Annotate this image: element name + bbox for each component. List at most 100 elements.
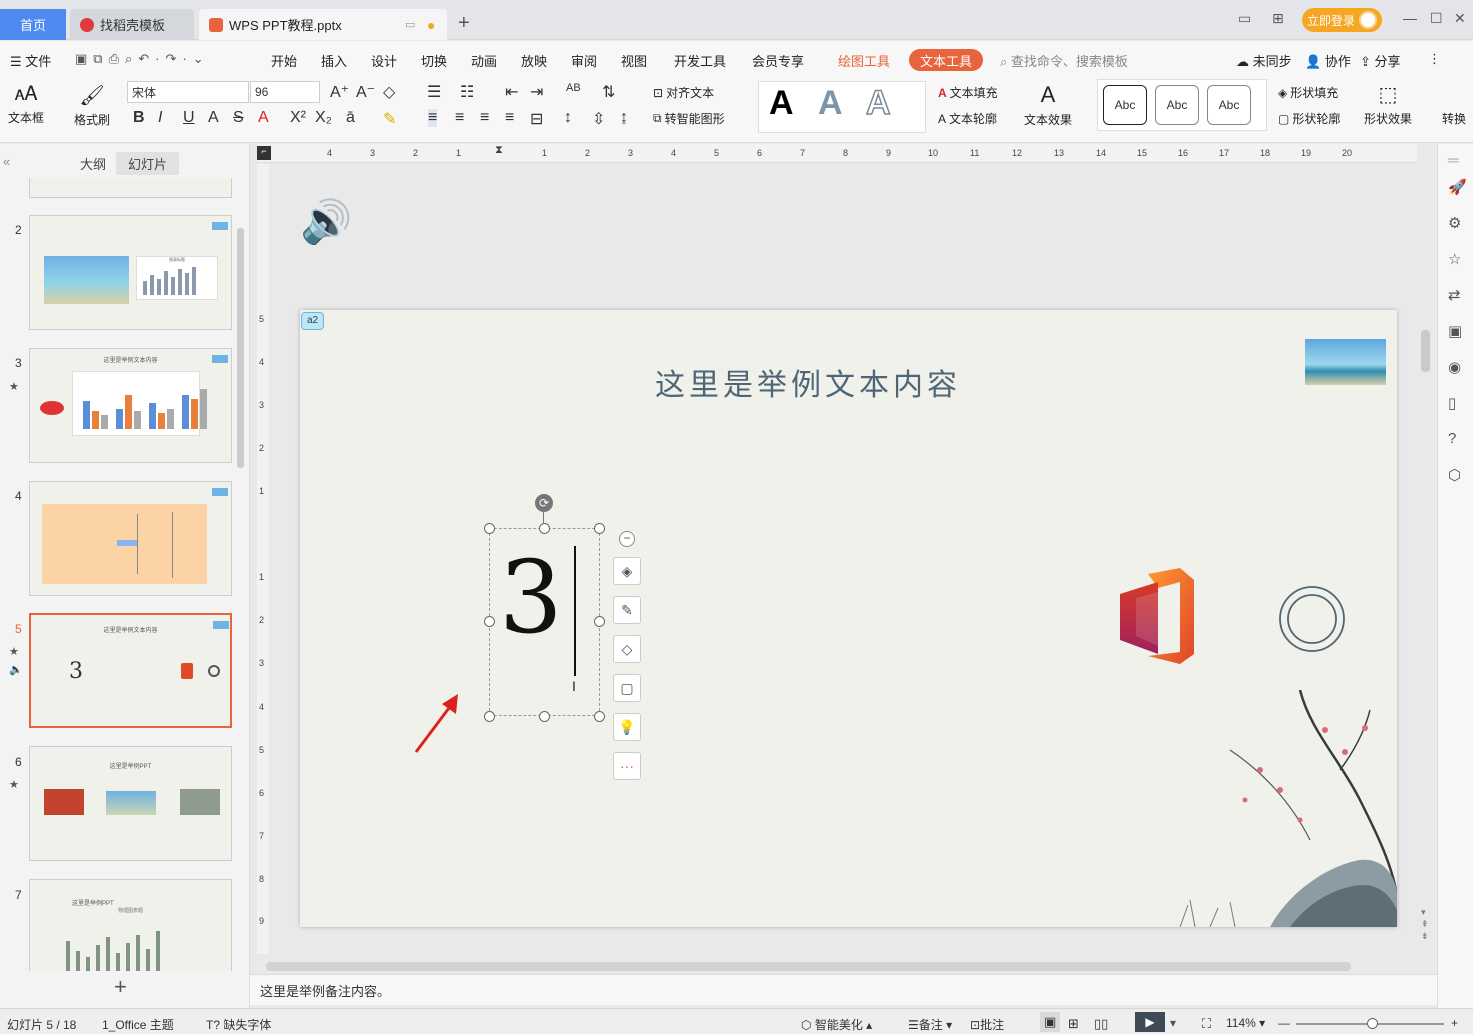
shape-fill-button[interactable]: ◈ 形状填充 bbox=[1278, 84, 1338, 101]
zoom-in-icon[interactable]: + bbox=[1451, 1016, 1458, 1030]
menu-design[interactable]: 设计 bbox=[371, 51, 397, 70]
more-tools-icon[interactable]: ··· bbox=[613, 752, 641, 780]
resize-handle-br[interactable] bbox=[594, 711, 605, 722]
resize-handle-t[interactable] bbox=[539, 523, 550, 534]
collapse-toolbar-icon[interactable]: − bbox=[619, 531, 635, 547]
sliders-icon[interactable]: ⚙ bbox=[1448, 214, 1461, 232]
font-color-icon[interactable]: A bbox=[258, 109, 269, 127]
cube-icon[interactable]: ⬡ bbox=[1448, 466, 1461, 484]
collapse-panel-icon[interactable]: « bbox=[3, 154, 10, 169]
rotate-handle-icon[interactable]: ⟳ bbox=[535, 494, 553, 512]
image-tool-icon[interactable]: ▣ bbox=[1448, 322, 1462, 340]
line-spacing-icon[interactable]: ↕ bbox=[564, 109, 572, 127]
highlight-icon[interactable]: ✎ bbox=[383, 109, 396, 129]
play-slideshow-icon[interactable]: ▶ bbox=[1135, 1012, 1165, 1032]
search-command[interactable]: ⌕ 查找命令、搜索模板 bbox=[1000, 51, 1128, 70]
menu-slideshow[interactable]: 放映 bbox=[521, 51, 547, 70]
outline-tab[interactable]: 大纲 bbox=[80, 154, 106, 173]
menu-member[interactable]: 会员专享 bbox=[752, 51, 804, 70]
slide-title[interactable]: 这里是举例文本内容 bbox=[300, 360, 1316, 404]
new-tab-button[interactable]: + bbox=[458, 12, 470, 35]
text-outline-button[interactable]: A 文本轮廓 bbox=[938, 110, 997, 127]
pen-icon[interactable]: ✎ bbox=[613, 596, 641, 624]
shape-outline-button[interactable]: ▢ 形状轮廓 bbox=[1278, 110, 1340, 127]
font-grow-icon[interactable]: A⁺ bbox=[330, 82, 349, 102]
number-list-icon[interactable]: ☷ bbox=[460, 82, 474, 102]
convert-button[interactable]: 转换 bbox=[1442, 110, 1466, 127]
tab-docer-templates[interactable]: 找稻壳模板 bbox=[70, 9, 194, 40]
subscript-icon[interactable]: X₂ bbox=[315, 109, 332, 127]
menu-review[interactable]: 审阅 bbox=[571, 51, 597, 70]
menu-view[interactable]: 视图 bbox=[621, 51, 647, 70]
speaker-icon[interactable]: 🔊 bbox=[300, 198, 352, 247]
align-left-icon[interactable]: ≡ bbox=[428, 109, 438, 127]
resize-handle-tr[interactable] bbox=[594, 523, 605, 534]
resize-handle-bl[interactable] bbox=[484, 711, 495, 722]
play-dropdown-icon[interactable]: ▾ bbox=[1170, 1016, 1176, 1030]
comment-toggle-button[interactable]: ⊡批注 bbox=[970, 1016, 1004, 1033]
shadow-text-icon[interactable]: A bbox=[208, 109, 219, 127]
layout-icon[interactable]: ▭ bbox=[1238, 10, 1251, 27]
slide-thumb-6[interactable]: 这里是举例PPT bbox=[29, 746, 232, 861]
text-style-black[interactable]: A bbox=[769, 84, 794, 123]
vertical-scrollbar[interactable] bbox=[1421, 330, 1430, 372]
normal-view-icon[interactable]: ▣ bbox=[1040, 1012, 1061, 1032]
screen-icon[interactable]: ▭ bbox=[405, 18, 415, 31]
text-direction-icon[interactable]: ⇅ bbox=[602, 82, 615, 102]
page-nav-icons[interactable]: ▾ ⇞ ⇟ bbox=[1421, 906, 1429, 942]
outdent-icon[interactable]: ⇤ bbox=[505, 82, 518, 102]
align-text-button[interactable]: ⊡ 对齐文本 bbox=[653, 84, 714, 101]
menu-insert[interactable]: 插入 bbox=[321, 51, 347, 70]
close-icon[interactable]: ✕ bbox=[1454, 10, 1466, 27]
drawing-tools-tab[interactable]: 绘图工具 bbox=[829, 49, 899, 71]
resize-handle-l[interactable] bbox=[484, 616, 495, 627]
maximize-icon[interactable]: ☐ bbox=[1430, 10, 1443, 27]
missing-font-button[interactable]: T? 缺失字体 bbox=[206, 1016, 271, 1033]
slide-thumb-2[interactable]: 图表标题 bbox=[29, 215, 232, 330]
char-spacing-icon[interactable]: AB bbox=[566, 82, 581, 94]
resize-handle-r[interactable] bbox=[594, 616, 605, 627]
resize-handle-tl[interactable] bbox=[484, 523, 495, 534]
slide-thumb-3[interactable]: 这里是举例文本内容 bbox=[29, 348, 232, 463]
more-icon[interactable]: ⋮ bbox=[1428, 51, 1441, 67]
layers-icon[interactable]: ◈ bbox=[613, 557, 641, 585]
location-icon[interactable]: ◉ bbox=[1448, 358, 1461, 376]
tab-home[interactable]: 首页 bbox=[0, 9, 66, 40]
share-button[interactable]: ⇪ 分享 bbox=[1360, 51, 1401, 70]
distribute-icon[interactable]: ⊟ bbox=[530, 109, 543, 129]
slide-thumb-4[interactable] bbox=[29, 481, 232, 596]
strike-icon[interactable]: S bbox=[233, 109, 244, 127]
text-style-outline[interactable]: A bbox=[865, 83, 891, 123]
spacing-menu-icon[interactable]: ↨ bbox=[620, 109, 628, 127]
login-button[interactable]: 立即登录 bbox=[1302, 8, 1382, 32]
superscript-icon[interactable]: X² bbox=[290, 109, 306, 127]
shape-effect-button[interactable]: ⬚ 形状效果 bbox=[1364, 82, 1412, 127]
reading-view-icon[interactable]: ▯▯ bbox=[1094, 1016, 1108, 1032]
collab-button[interactable]: 👤 协作 bbox=[1305, 51, 1351, 70]
rocket-icon[interactable]: 🚀 bbox=[1448, 178, 1467, 196]
file-menu[interactable]: ☰ 文件 bbox=[10, 51, 51, 70]
smart-shape-button[interactable]: ⧉ 转智能图形 bbox=[653, 110, 725, 127]
slide-thumb-5[interactable]: 这里是举例文本内容 3 bbox=[29, 613, 232, 728]
para-spacing-icon[interactable]: ⇳ bbox=[592, 109, 605, 129]
align-right-icon[interactable]: ≡ bbox=[480, 109, 489, 127]
clear-format-icon[interactable]: ◇ bbox=[383, 82, 395, 102]
phonetic-icon[interactable]: ā bbox=[346, 109, 355, 127]
indent-marker[interactable]: ⧗ bbox=[495, 144, 503, 157]
font-size-select[interactable]: 96 bbox=[250, 81, 320, 103]
slide[interactable]: a2 这里是举例文本内容 3 I ⟳ bbox=[300, 310, 1397, 927]
shape-style-1[interactable]: Abc bbox=[1103, 85, 1147, 125]
beautify-button[interactable]: ⬡ 智能美化 ▴ bbox=[801, 1016, 872, 1033]
menu-developer[interactable]: 开发工具 bbox=[674, 51, 726, 70]
bold-icon[interactable]: B bbox=[133, 109, 145, 127]
font-shrink-icon[interactable]: A⁻ bbox=[356, 82, 375, 102]
minimize-icon[interactable]: — bbox=[1403, 10, 1417, 26]
fit-window-icon[interactable]: ⛶ bbox=[1202, 1016, 1211, 1032]
text-effect-button[interactable]: A 文本效果 bbox=[1024, 82, 1072, 128]
sync-status[interactable]: ☁ 未同步 bbox=[1236, 51, 1292, 70]
text-fill-button[interactable]: A 文本填充 bbox=[938, 84, 998, 101]
quick-access-icons[interactable]: ▣⧉⎙⌕↶·↷·⌄ bbox=[75, 51, 210, 67]
justify-icon[interactable]: ≡ bbox=[505, 109, 514, 127]
resize-handle-b[interactable] bbox=[539, 711, 550, 722]
text-tools-tab[interactable]: 文本工具 bbox=[909, 49, 983, 71]
